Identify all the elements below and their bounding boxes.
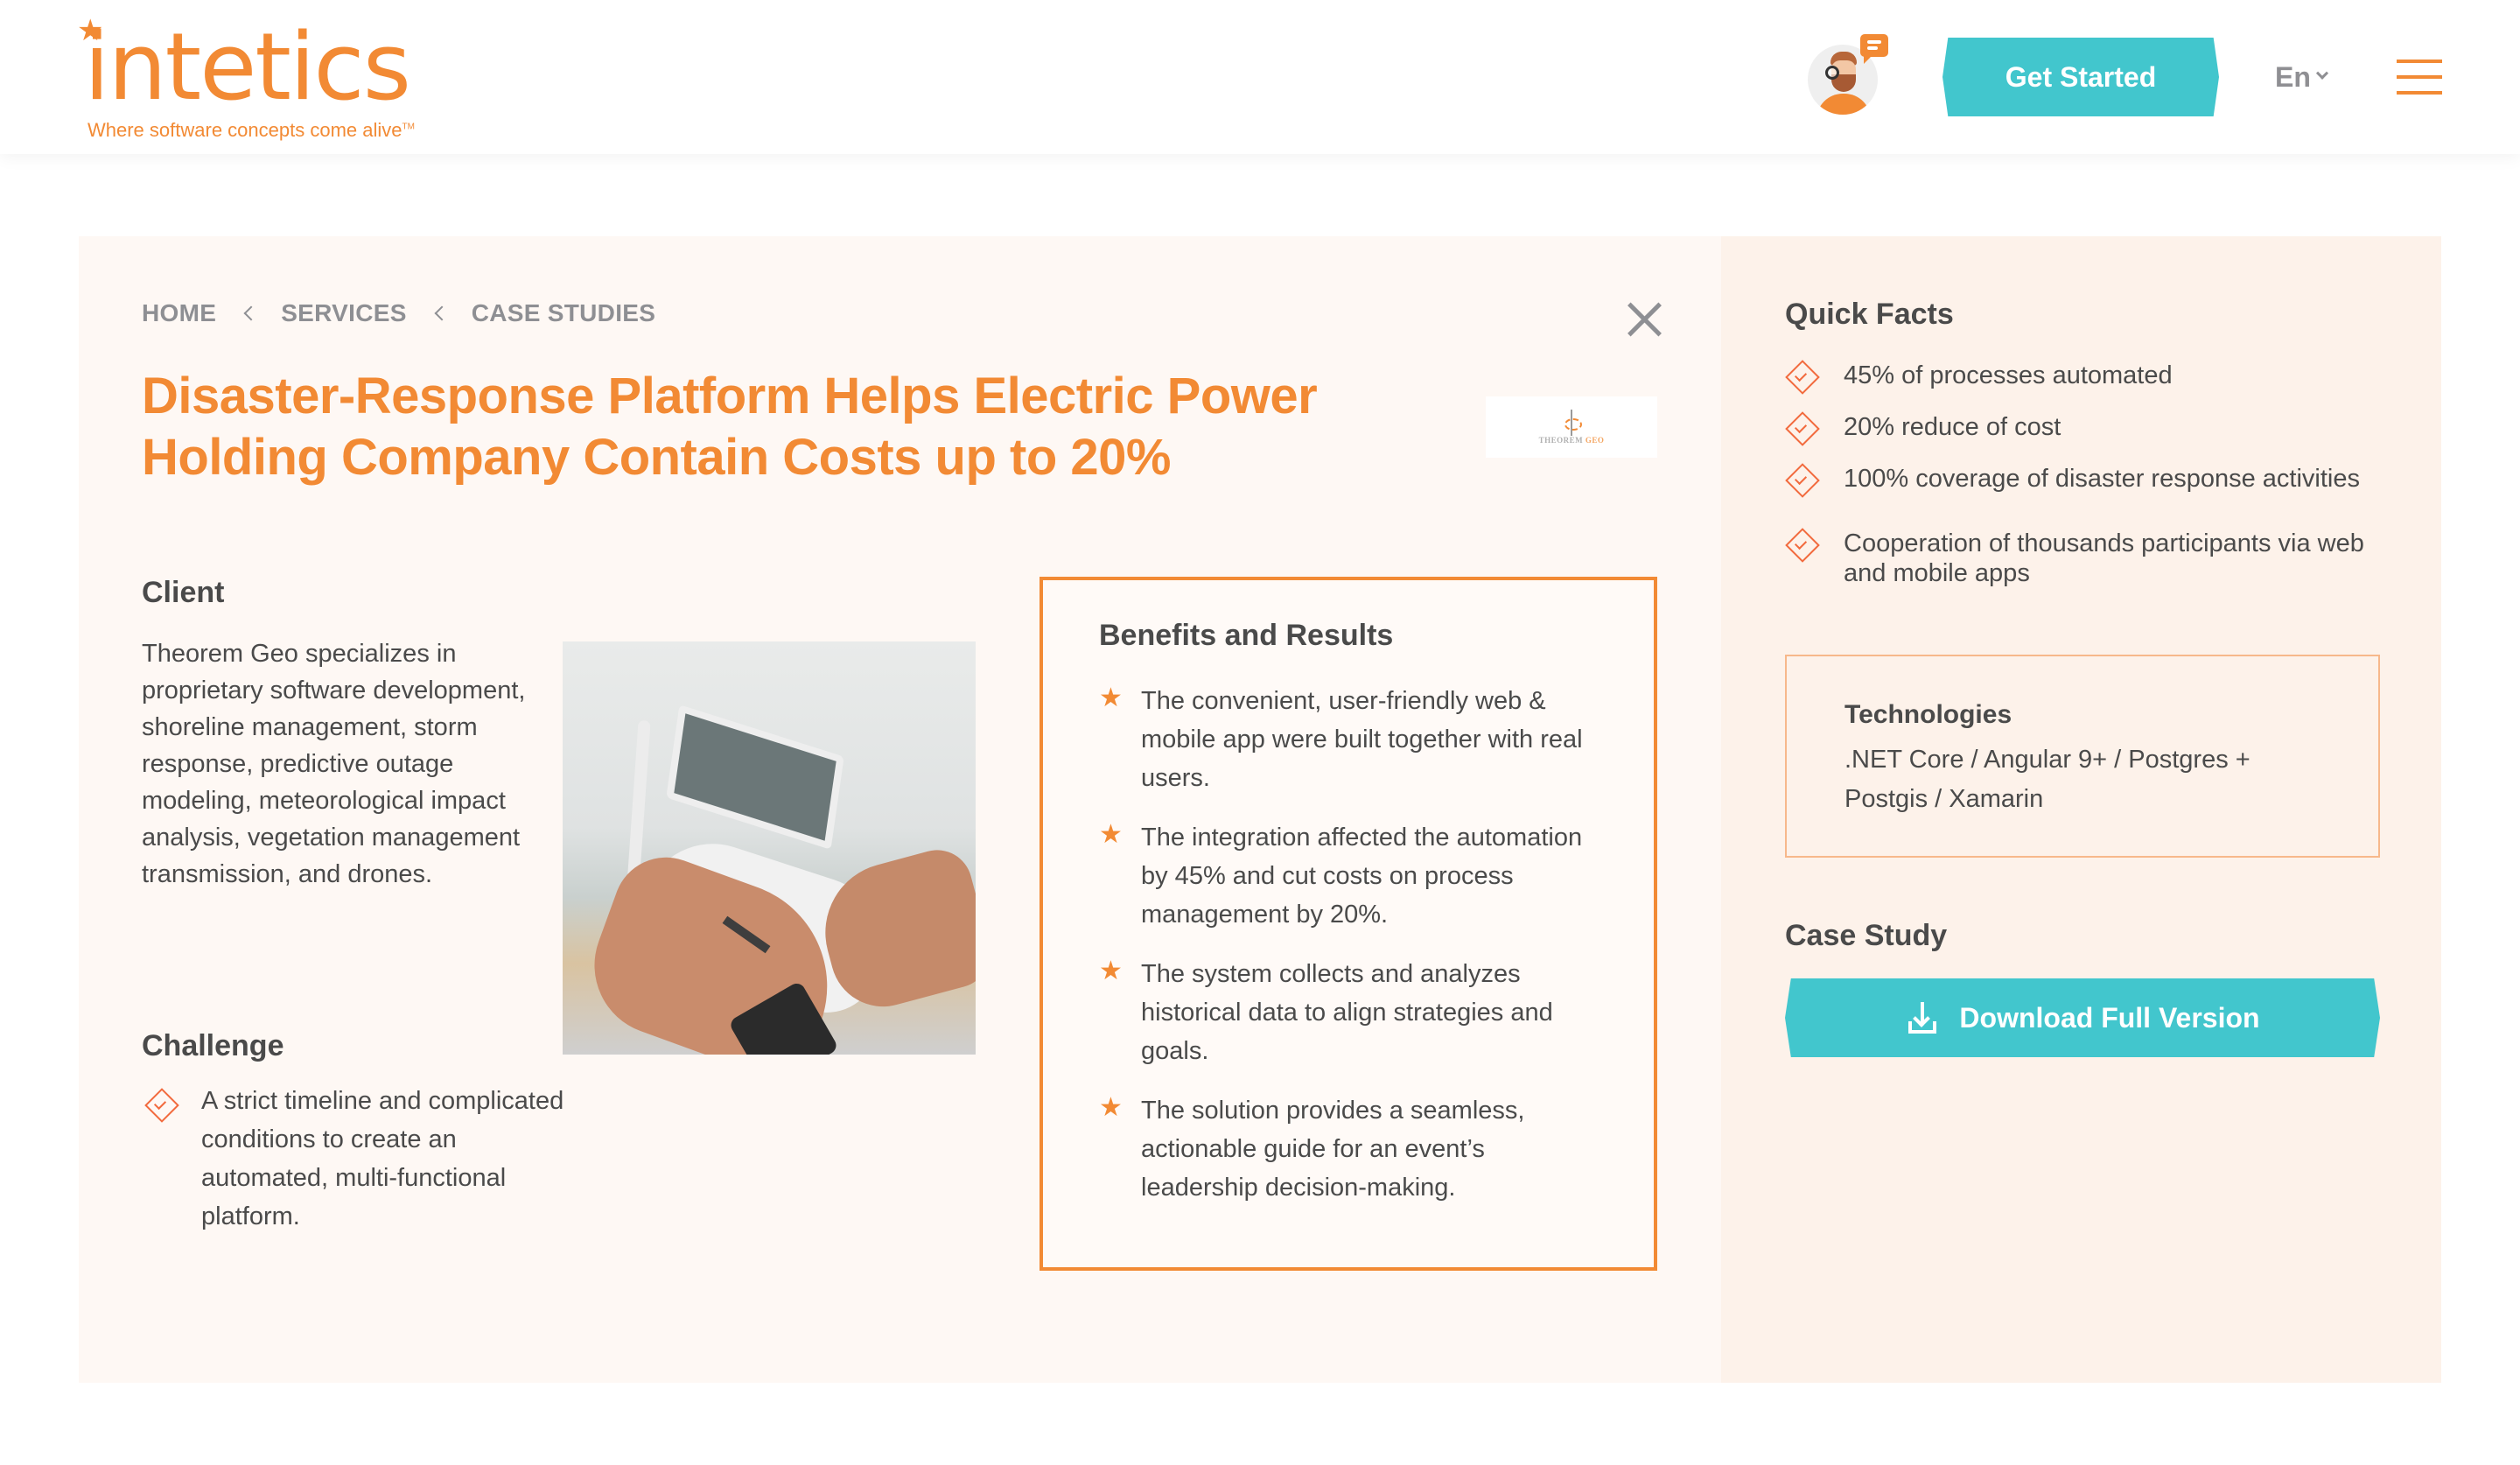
benefit-item: ★ The integration affected the automatio…	[1099, 818, 1606, 934]
chevron-left-icon	[434, 305, 450, 321]
technologies-box: Technologies .NET Core / Angular 9+ / Po…	[1785, 655, 2380, 858]
quick-fact-item: Cooperation of thousands participants vi…	[1782, 529, 2395, 588]
logo-tagline: Where software concepts come alive	[88, 119, 402, 141]
diamond-check-icon	[1786, 412, 1816, 442]
site-header: ★ intetics Where software concepts come …	[0, 0, 2520, 154]
client-logo-name: THEOREM	[1538, 436, 1584, 445]
quick-fact-item: 20% reduce of cost	[1782, 412, 2395, 442]
breadcrumb-services[interactable]: SERVICES	[281, 299, 407, 327]
logo-trademark: TM	[402, 122, 415, 132]
breadcrumb-home[interactable]: HOME	[142, 299, 216, 327]
download-label: Download Full Version	[1959, 1001, 2260, 1034]
technologies-list: .NET Core / Angular 9+ / Postgres + Post…	[1844, 746, 2250, 813]
menu-hamburger-icon[interactable]	[2397, 60, 2442, 95]
quick-fact-item: 45% of processes automated	[1782, 361, 2395, 390]
benefit-item: ★ The system collects and analyzes histo…	[1099, 955, 1606, 1070]
wind-turbine-icon	[1558, 410, 1585, 436]
chevron-down-icon	[2315, 67, 2328, 80]
breadcrumb-case-studies[interactable]: CASE STUDIES	[472, 299, 656, 327]
quick-facts-sidebar: Quick Facts 45% of processes automated 2…	[1721, 236, 2441, 1383]
magnifier-icon	[1825, 66, 1839, 80]
drone-controller-photo	[563, 641, 976, 1055]
quick-facts-list: 45% of processes automated 20% reduce of…	[1782, 361, 2395, 610]
diamond-check-icon	[145, 1089, 175, 1118]
star-icon: ★	[1099, 1093, 1123, 1122]
logo-text: intetics	[84, 13, 411, 121]
chat-assistant-avatar-icon[interactable]	[1808, 34, 1888, 118]
client-logo: THEOREM GEO	[1486, 396, 1657, 458]
chat-bubble-icon	[1860, 34, 1888, 64]
star-icon: ★	[1099, 820, 1123, 849]
breadcrumb: HOME SERVICES CASE STUDIES	[142, 299, 655, 327]
intetics-logo[interactable]: ★ intetics Where software concepts come …	[77, 16, 415, 142]
get-started-button[interactable]: Get Started	[1942, 38, 2219, 116]
case-study-heading: Case Study	[1785, 919, 1948, 952]
star-icon: ★	[1099, 957, 1123, 985]
benefits-heading: Benefits and Results	[1099, 619, 1394, 652]
page-title: Disaster-Response Platform Helps Electri…	[142, 368, 1318, 486]
challenge-heading: Challenge	[142, 1029, 284, 1062]
quick-facts-heading: Quick Facts	[1785, 298, 1954, 331]
benefits-box: Benefits and Results ★ The convenient, u…	[1040, 577, 1657, 1271]
case-study-panel: HOME SERVICES CASE STUDIES Disaster-Resp…	[79, 236, 1721, 1383]
diamond-check-icon	[1786, 464, 1816, 494]
download-icon	[1905, 1000, 1940, 1035]
quick-fact-item: 100% coverage of disaster response activ…	[1782, 464, 2395, 494]
diamond-check-icon	[1786, 361, 1816, 390]
benefits-list: ★ The convenient, user-friendly web & mo…	[1099, 682, 1606, 1228]
logo-star-icon: ★	[77, 13, 104, 48]
language-selector[interactable]: En	[2275, 58, 2328, 96]
technologies-heading: Technologies	[1844, 700, 2012, 729]
chevron-left-icon	[243, 305, 259, 321]
close-icon[interactable]	[1626, 301, 1662, 338]
download-full-version-button[interactable]: Download Full Version	[1785, 978, 2380, 1057]
diamond-check-icon	[1786, 529, 1816, 558]
language-label: En	[2275, 60, 2311, 93]
star-icon: ★	[1099, 683, 1123, 712]
benefit-item: ★ The convenient, user-friendly web & mo…	[1099, 682, 1606, 797]
client-description: Theorem Geo specializes in proprietary s…	[142, 640, 526, 888]
client-heading: Client	[142, 576, 225, 609]
challenge-text: A strict timeline and complicated condit…	[201, 1087, 564, 1230]
benefit-item: ★ The solution provides a seamless, acti…	[1099, 1091, 1606, 1207]
client-logo-name-accent: GEO	[1585, 436, 1605, 445]
challenge-item: A strict timeline and complicated condit…	[142, 1082, 597, 1236]
